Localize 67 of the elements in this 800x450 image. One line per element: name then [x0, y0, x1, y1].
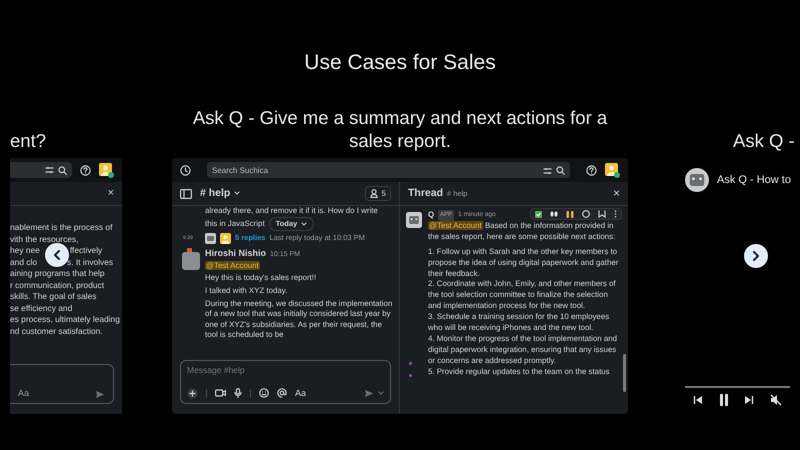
text-line: vith the resources,	[10, 234, 78, 245]
robot-avatar-icon	[406, 212, 422, 228]
text-line: aining programs that help	[10, 268, 105, 280]
send-icon[interactable]	[364, 388, 374, 398]
robot-avatar-icon	[685, 168, 709, 192]
bookmark-icon[interactable]	[598, 210, 606, 218]
eyes-reaction-icon[interactable]	[550, 211, 558, 217]
scrollbar[interactable]	[623, 354, 626, 392]
microphone-icon[interactable]	[234, 388, 242, 398]
dot-icon	[409, 362, 412, 365]
user-avatar-icon[interactable]	[605, 162, 620, 178]
text-line: s. It involves	[67, 256, 114, 268]
next-button[interactable]	[744, 244, 768, 268]
text-line: nd customer satisfaction.	[10, 326, 103, 337]
slide-caption: ent?	[10, 129, 46, 152]
more-icon[interactable]	[614, 210, 617, 218]
text-line: ffectively	[70, 245, 102, 256]
thread-title: Thread	[408, 188, 444, 200]
mention-icon[interactable]	[277, 388, 287, 398]
slide-caption: Ask Q - Give me a summary and next actions for a sales report.	[192, 106, 608, 152]
filter-icon[interactable]	[45, 166, 54, 174]
author-name: Hiroshi Nishio	[205, 248, 266, 259]
members-button[interactable]: 5	[364, 186, 391, 202]
message-composer[interactable]: Aa	[10, 364, 114, 404]
text-line: es process, ultimately leading	[10, 314, 120, 326]
video-title: Ask Q - How to	[717, 172, 791, 188]
search-field[interactable]	[10, 162, 72, 178]
search-icon[interactable]	[556, 166, 565, 175]
text-line: hey nee	[10, 245, 40, 256]
page-title: Use Cases for Sales	[304, 50, 496, 76]
pause-icon[interactable]	[718, 394, 729, 406]
search-field[interactable]: Search Suchica	[207, 162, 570, 178]
dot-icon	[409, 374, 412, 377]
send-icon[interactable]	[95, 390, 105, 399]
filter-icon[interactable]	[543, 166, 552, 174]
format-button[interactable]: Aa	[295, 388, 306, 399]
help-icon[interactable]	[80, 164, 91, 176]
channel-name[interactable]: # help	[200, 188, 240, 200]
sidebar-toggle-icon[interactable]	[180, 188, 192, 198]
help-icon[interactable]	[586, 164, 597, 176]
plus-icon[interactable]	[187, 388, 198, 399]
user-avatar-icon	[220, 233, 231, 244]
text-line: nablement is the process of	[10, 222, 112, 234]
close-button[interactable]: ×	[612, 188, 620, 200]
text-line: r communication, product	[10, 280, 104, 291]
text-line: and clo	[10, 256, 38, 268]
person-icon	[370, 188, 378, 198]
search-icon[interactable]	[58, 166, 67, 174]
muted-speaker-icon[interactable]	[770, 394, 782, 406]
chevron-icon	[53, 250, 61, 260]
clock-icon[interactable]	[180, 164, 191, 176]
user-avatar-icon[interactable]	[99, 162, 114, 178]
chevron-icon	[752, 251, 760, 261]
robot-avatar-icon	[205, 233, 216, 244]
chevron-down-icon[interactable]	[234, 191, 240, 196]
text-line: se efficiency and	[10, 302, 72, 314]
text-line: skills. The goal of sales	[10, 291, 96, 302]
skip-back-icon[interactable]	[692, 395, 703, 405]
format-button[interactable]: Aa	[18, 388, 30, 399]
close-button[interactable]: ×	[108, 188, 114, 200]
slide-caption: Ask Q -	[732, 129, 795, 152]
skip-forward-icon[interactable]	[744, 395, 754, 405]
message-composer[interactable]: Message #help Aa	[180, 360, 391, 404]
chevron-down-icon[interactable]	[301, 222, 308, 226]
checkmark-reaction-icon[interactable]	[535, 210, 542, 218]
video-icon[interactable]	[215, 389, 226, 398]
photo-placeholder	[182, 252, 200, 270]
